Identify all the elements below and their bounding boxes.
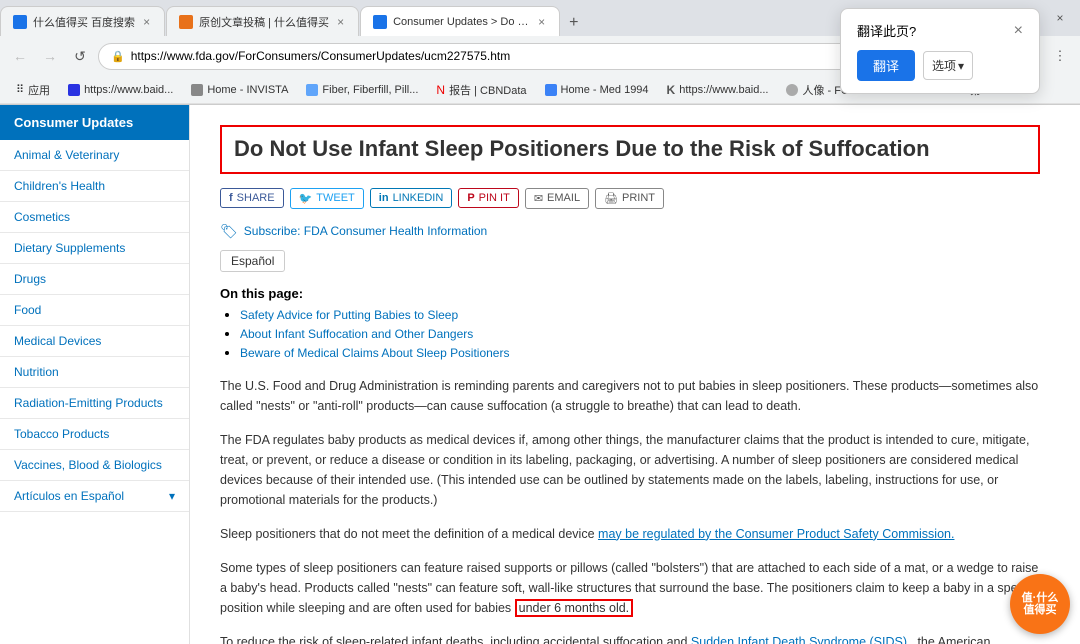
- home-favicon: [191, 84, 203, 96]
- med-favicon: [545, 84, 557, 96]
- share-twitter-button[interactable]: 🐦 TWEET: [290, 188, 364, 209]
- sidebar-item-animal[interactable]: Animal & Veterinary: [0, 140, 189, 171]
- subscribe-text[interactable]: Subscribe: FDA Consumer Health Informati…: [244, 224, 487, 238]
- paragraph-2: The FDA regulates baby products as medic…: [220, 430, 1040, 510]
- cbn-favicon: N: [436, 83, 445, 97]
- print-icon: 🖨: [604, 192, 618, 205]
- tab-0-title: 什么值得买 百度搜索: [33, 14, 135, 30]
- on-page-link-2[interactable]: Beware of Medical Claims About Sleep Pos…: [240, 346, 509, 360]
- bookmark-invista[interactable]: Home - INVISTA: [183, 82, 296, 98]
- apps-icon: ⠿: [16, 83, 24, 96]
- sidebar-item-dietary[interactable]: Dietary Supplements: [0, 233, 189, 264]
- tab-2[interactable]: Consumer Updates > Do Not... ×: [360, 6, 560, 36]
- list-item: Beware of Medical Claims About Sleep Pos…: [240, 345, 1040, 360]
- sidebar-item-food[interactable]: Food: [0, 295, 189, 326]
- k-favicon: K: [667, 83, 676, 97]
- tab-1-close[interactable]: ×: [335, 13, 346, 31]
- lock-icon: 🔒: [111, 50, 125, 63]
- on-page-link-1[interactable]: About Infant Suffocation and Other Dange…: [240, 327, 473, 341]
- tab-1-favicon: [179, 15, 193, 29]
- tab-2-close[interactable]: ×: [536, 13, 547, 31]
- sidebar-item-radiation[interactable]: Radiation-Emitting Products: [0, 388, 189, 419]
- sidebar-header: Consumer Updates: [0, 105, 189, 140]
- translation-actions: 翻译 选项 ▾: [857, 50, 1023, 81]
- fiber-favicon: [306, 84, 318, 96]
- sidebar-item-cosmetics[interactable]: Cosmetics: [0, 202, 189, 233]
- tab-1[interactable]: 原创文章投稿 | 什么值得买 ×: [166, 6, 359, 36]
- on-page-list: Safety Advice for Putting Babies to Slee…: [220, 307, 1040, 360]
- article-title-box: Do Not Use Infant Sleep Positioners Due …: [220, 125, 1040, 174]
- bookmark-baidu[interactable]: https://www.baid...: [60, 82, 181, 98]
- translation-popup: 翻译此页? × 翻译 选项 ▾: [840, 8, 1040, 94]
- share-bar: f SHARE 🐦 TWEET in LINKEDIN P PIN IT ✉: [220, 188, 1040, 209]
- forward-button[interactable]: →: [38, 44, 62, 68]
- fotomen-favicon: [786, 84, 798, 96]
- share-email-button[interactable]: ✉ EMAIL: [525, 188, 589, 209]
- bookmark-med[interactable]: Home - Med 1994: [537, 82, 657, 98]
- sidebar-item-childrens[interactable]: Children's Health: [0, 171, 189, 202]
- cpsc-link[interactable]: may be regulated by the Consumer Product…: [598, 527, 954, 541]
- paragraph-5: To reduce the risk of sleep-related infa…: [220, 632, 1040, 644]
- paragraph-3: Sleep positioners that do not meet the d…: [220, 524, 1040, 544]
- translate-button[interactable]: 翻译: [857, 50, 915, 81]
- share-linkedin-button[interactable]: in LINKEDIN: [370, 188, 453, 208]
- baidu-favicon: [68, 84, 80, 96]
- bookmark-cbndata[interactable]: N 报告 | CBNData: [428, 80, 534, 100]
- article-heading: Do Not Use Infant Sleep Positioners Due …: [234, 135, 1026, 164]
- sidebar-item-vaccines[interactable]: Vaccines, Blood & Biologics: [0, 450, 189, 481]
- new-tab-button[interactable]: +: [561, 10, 586, 36]
- menu-icon[interactable]: ⋮: [1048, 44, 1072, 68]
- main-content: Do Not Use Infant Sleep Positioners Due …: [190, 105, 1080, 644]
- bookmark-fiber[interactable]: Fiber, Fiberfill, Pill...: [298, 82, 426, 98]
- back-button[interactable]: ←: [8, 44, 32, 68]
- chevron-down-icon: ▾: [169, 489, 175, 503]
- on-page-link-0[interactable]: Safety Advice for Putting Babies to Slee…: [240, 308, 458, 322]
- close-window-button[interactable]: ×: [1050, 8, 1070, 28]
- pinterest-icon: P: [467, 192, 474, 204]
- tab-0[interactable]: 什么值得买 百度搜索 ×: [0, 6, 165, 36]
- paragraph-1: The U.S. Food and Drug Administration is…: [220, 376, 1040, 416]
- options-button[interactable]: 选项 ▾: [923, 51, 973, 80]
- linkedin-icon: in: [379, 192, 389, 204]
- age-highlight: under 6 months old.: [515, 599, 634, 617]
- list-item: Safety Advice for Putting Babies to Slee…: [240, 307, 1040, 322]
- tab-1-title: 原创文章投稿 | 什么值得买: [199, 14, 329, 30]
- tab-2-title: Consumer Updates > Do Not...: [393, 16, 530, 28]
- subscribe-link[interactable]: Subscribe: FDA Consumer Health Informati…: [220, 223, 1040, 240]
- address-bar[interactable]: 🔒 ☆: [98, 43, 952, 70]
- page-wrapper: Consumer Updates Animal & Veterinary Chi…: [0, 105, 1080, 644]
- sidebar-item-drugs[interactable]: Drugs: [0, 264, 189, 295]
- paragraph-4: Some types of sleep positioners can feat…: [220, 558, 1040, 618]
- email-icon: ✉: [534, 192, 543, 205]
- reload-button[interactable]: ↺: [68, 44, 92, 68]
- list-item: About Infant Suffocation and Other Dange…: [240, 326, 1040, 341]
- translation-close-button[interactable]: ×: [1014, 22, 1023, 40]
- sidebar-item-tobacco[interactable]: Tobacco Products: [0, 419, 189, 450]
- espanol-button[interactable]: Español: [220, 250, 285, 272]
- chevron-down-icon: ▾: [958, 59, 964, 73]
- share-pinterest-button[interactable]: P PIN IT: [458, 188, 519, 208]
- helpbot-icon[interactable]: 值·什么 值得买: [1010, 574, 1070, 634]
- sidebar-item-medical[interactable]: Medical Devices: [0, 326, 189, 357]
- twitter-icon: 🐦: [299, 192, 313, 205]
- bookmark-apps[interactable]: ⠿ 应用: [8, 80, 58, 100]
- share-facebook-button[interactable]: f SHARE: [220, 188, 284, 208]
- bookmark-k[interactable]: K https://www.baid...: [659, 81, 777, 99]
- share-print-button[interactable]: 🖨 PRINT: [595, 188, 664, 209]
- on-page-title: On this page:: [220, 286, 1040, 301]
- tab-0-favicon: [13, 15, 27, 29]
- tab-0-close[interactable]: ×: [141, 13, 152, 31]
- sidebar: Consumer Updates Animal & Veterinary Chi…: [0, 105, 190, 644]
- translation-popup-header: 翻译此页? ×: [857, 21, 1023, 40]
- url-input[interactable]: [131, 49, 921, 63]
- facebook-icon: f: [229, 192, 233, 204]
- tab-2-favicon: [373, 15, 387, 29]
- sidebar-item-nutrition[interactable]: Nutrition: [0, 357, 189, 388]
- sidebar-item-articulos[interactable]: Artículos en Español ▾: [0, 481, 189, 512]
- translation-title: 翻译此页?: [857, 21, 916, 40]
